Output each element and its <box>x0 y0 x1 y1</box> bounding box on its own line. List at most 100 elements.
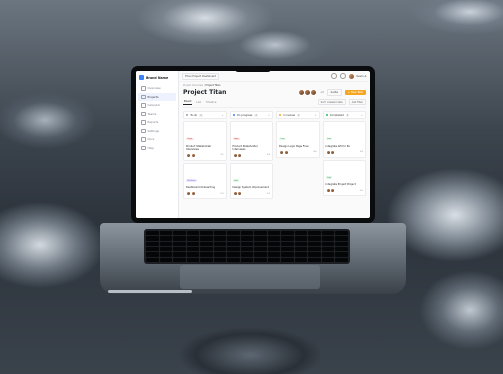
keyboard-key <box>227 231 240 236</box>
column-header[interactable]: On progress 3 + <box>229 111 273 119</box>
new-task-button[interactable]: + New Task <box>344 89 366 96</box>
keyboard-key <box>321 231 335 236</box>
notification-icon[interactable] <box>339 73 346 79</box>
priority-badge: Low <box>325 137 333 141</box>
column-header[interactable]: To-do 4 + <box>183 111 227 119</box>
sidebar-item-reports[interactable]: Reports <box>138 118 176 127</box>
subtask-count: 2/3 <box>266 192 270 195</box>
card-footer: 2/3 <box>232 191 270 197</box>
nav-icon <box>141 137 146 142</box>
card-footer: 5/5 <box>325 188 363 194</box>
user-name[interactable]: Kevin A. <box>357 75 367 78</box>
keyboard-key <box>213 252 227 257</box>
task-card[interactable]: Low Integrate Project Project 5/5 <box>322 159 366 197</box>
avatar <box>310 89 318 96</box>
laptop-base <box>100 223 406 294</box>
column-title: On progress <box>236 113 253 117</box>
keyboard-key <box>254 236 267 241</box>
breadcrumb-root[interactable]: Project Overview <box>183 84 203 87</box>
keyboard-key <box>308 231 321 236</box>
keyboard-key <box>267 257 281 262</box>
keyboard-key <box>321 236 335 241</box>
card-title: Product Stakeholder Interviews <box>186 144 212 151</box>
priority-badge: High <box>232 137 241 141</box>
task-card[interactable]: High Product Stakeholder Interviews 2/5 <box>183 121 227 161</box>
tab-timeline[interactable]: Timeline <box>205 100 218 104</box>
brand[interactable]: Brand Name <box>136 71 178 84</box>
keyboard-key <box>186 257 200 262</box>
sidebar-item-overview[interactable]: Overview <box>138 84 176 93</box>
keyboard-key <box>159 247 173 252</box>
keyboard-key <box>227 257 240 262</box>
keyboard-key <box>186 252 200 257</box>
keyboard-key <box>294 231 308 236</box>
background-photo: Brand Name Overview Projects Calendar Teams… <box>0 0 503 374</box>
tab-board[interactable]: Board <box>183 100 193 105</box>
add-card-icon[interactable]: + <box>268 114 270 117</box>
column-header[interactable]: Completed 5 + <box>322 111 366 119</box>
sidebar-item-label: Projects <box>147 94 159 99</box>
nav-icon <box>141 94 146 99</box>
task-card[interactable]: Low Integrate API for Pa 6/6 <box>322 121 366 158</box>
keyboard-key <box>321 241 335 246</box>
invite-button[interactable]: Invite <box>326 89 342 96</box>
sidebar-item-settings[interactable]: Settings <box>138 127 176 136</box>
subtask-count: 6/6 <box>359 151 363 154</box>
keyboard-key <box>213 236 227 241</box>
avatar-extra-count: +3 <box>320 91 324 94</box>
task-card[interactable]: High Product Stakeholder Interviews 3/6 <box>229 121 273 161</box>
card-title: Integrate Project Project <box>325 183 356 187</box>
task-card[interactable]: Low Design Login Page Flow 4/4 <box>276 121 320 158</box>
member-avatars[interactable] <box>298 89 318 96</box>
keyboard-key <box>294 247 308 252</box>
add-card-icon[interactable]: + <box>361 114 363 117</box>
keyboard-key <box>173 231 186 236</box>
card-footer: 1/4 <box>186 191 224 197</box>
avatar <box>190 191 196 197</box>
keyboard-key <box>335 257 348 262</box>
sidebar-item-projects[interactable]: Projects <box>138 92 176 101</box>
sidebar-item-docs[interactable]: Docs <box>138 135 176 144</box>
keyboard-key <box>146 252 159 257</box>
column-header[interactable]: In review 2 + <box>276 111 320 119</box>
workspace-tab[interactable]: Titan Project Dashboard <box>182 72 220 80</box>
keyboard-key <box>321 257 335 262</box>
keyboard-key <box>213 241 227 246</box>
kanban-board: To-do 4 + High Product Stakeholder Interview… <box>183 111 366 200</box>
breadcrumb: Project Overview / Project Titan <box>183 84 221 87</box>
sort-select[interactable]: Sort: Created date <box>317 99 346 105</box>
keyboard-key <box>200 231 213 236</box>
task-card[interactable]: Medium Dashboard Onboarding 1/4 <box>183 162 227 200</box>
keyboard-key <box>294 241 308 246</box>
sidebar-item-calendar[interactable]: Calendar <box>138 101 176 110</box>
card-footer: 3/6 <box>232 152 270 158</box>
add-card-icon[interactable]: + <box>221 114 223 117</box>
keyboard-key <box>200 257 213 262</box>
card-title: Product Stakeholder Interviews <box>232 144 258 151</box>
keyboard-key <box>159 252 173 257</box>
keyboard-key <box>159 231 173 236</box>
keyboard-key <box>240 257 254 262</box>
sidebar-item-teams[interactable]: Teams <box>138 110 176 119</box>
sidebar-item-help[interactable]: Help <box>138 144 176 153</box>
keyboard-key <box>254 257 267 262</box>
trackpad <box>180 265 320 289</box>
task-card[interactable]: Low Design System Improvement 2/3 <box>229 162 273 200</box>
board-column: To-do 4 + High Product Stakeholder Interview… <box>183 111 227 200</box>
user-avatar[interactable] <box>348 73 354 79</box>
avatar <box>190 152 196 158</box>
keyboard-key <box>200 241 213 246</box>
column-count: 2 <box>297 113 301 117</box>
search-icon[interactable] <box>330 73 337 79</box>
tab-list[interactable]: List <box>195 100 201 104</box>
keyboard-key <box>240 247 254 252</box>
add-card-icon[interactable]: + <box>314 114 316 117</box>
keyboard-key <box>294 252 308 257</box>
keyboard-key <box>240 252 254 257</box>
column-title: To-do <box>190 113 198 117</box>
keyboard-key <box>240 241 254 246</box>
add-filter-button[interactable]: Add Filter <box>348 99 366 105</box>
keyboard-key <box>240 231 254 236</box>
app-window: Brand Name Overview Projects Calendar Teams… <box>136 71 370 218</box>
keyboard-key <box>173 241 186 246</box>
